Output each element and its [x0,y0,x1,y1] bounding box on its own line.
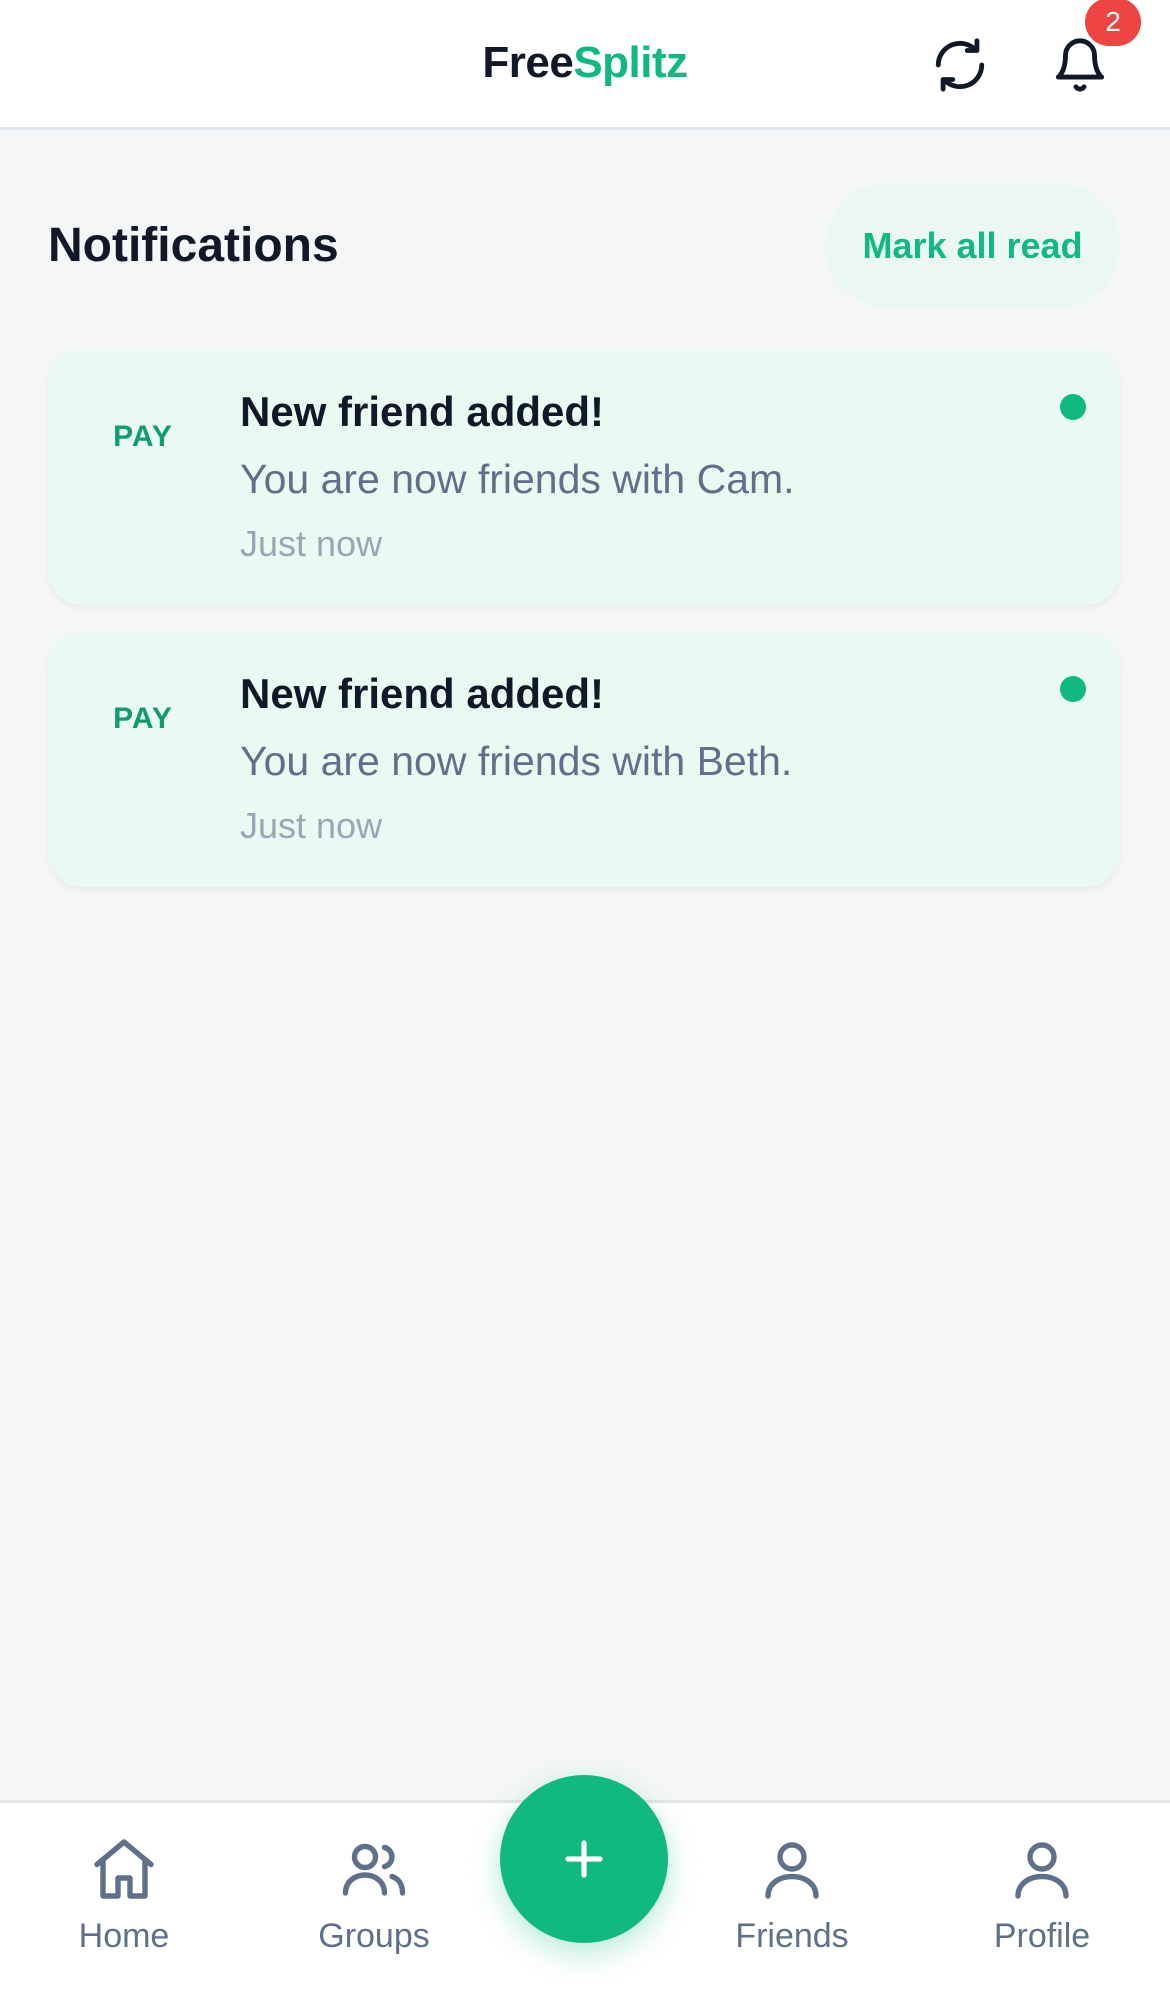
payment-type-icon: PAY [113,702,173,735]
notification-card[interactable]: PAY New friend added! You are now friend… [48,350,1120,605]
notification-count-badge: 2 [1085,0,1141,46]
notification-title: New friend added! [240,670,605,717]
refresh-icon [935,38,985,92]
refresh-button[interactable] [925,30,995,100]
friends-icon [765,1842,819,1899]
nav-item-groups[interactable]: Groups [274,1833,474,1956]
notification-message: You are now friends with Beth. [240,738,793,784]
mark-all-read-button[interactable]: Mark all read [825,183,1120,308]
notification-message: You are now friends with Cam. [240,456,795,502]
nav-item-friends[interactable]: Friends [692,1833,892,1956]
nav-label-home: Home [78,1917,170,1955]
add-expense-button[interactable] [500,1775,668,1943]
unread-indicator [1060,676,1086,702]
home-icon [94,1839,154,1899]
payment-type-icon: PAY [113,420,173,453]
top-header: FreeSplitz 2 [0,0,1170,130]
brand-part-1: Free [482,38,574,87]
plus-icon [565,1840,603,1878]
nav-label-friends: Friends [735,1917,849,1955]
notification-title: New friend added! [240,388,605,435]
page-title: Notifications [48,219,339,272]
nav-label-groups: Groups [318,1917,430,1955]
nav-item-profile[interactable]: Profile [942,1833,1142,1956]
unread-indicator [1060,394,1086,420]
nav-item-home[interactable]: Home [24,1833,224,1956]
notification-time: Just now [240,523,383,564]
notification-time: Just now [240,805,383,846]
notification-card[interactable]: PAY New friend added! You are now friend… [48,632,1120,887]
notification-list: PAY New friend added! You are now friend… [48,350,1120,914]
groups-icon [342,1843,406,1896]
app-root: FreeSplitz 2 Notifications Mark all read… [0,0,1170,1992]
brand-part-2: Splitz [573,38,688,87]
profile-icon [1015,1842,1069,1899]
nav-label-profile: Profile [993,1917,1091,1955]
